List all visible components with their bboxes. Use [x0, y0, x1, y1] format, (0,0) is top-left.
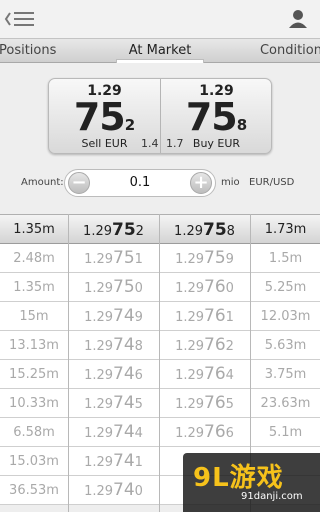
amount-unit: mio: [221, 177, 240, 188]
ladder-sell-volume: 1.35m: [13, 222, 55, 237]
ladder-sell-volume: 2.48m: [13, 251, 55, 266]
tab-condition[interactable]: Condition: [260, 39, 320, 63]
ladder-row[interactable]: 15.25m 1.29746 1.29764 3.75m: [0, 360, 320, 389]
ladder-buy-volume: 5.25m: [264, 280, 307, 295]
watermark-logo: 9L游戏 91danji.com: [183, 453, 320, 512]
ladder-bid-price[interactable]: 1.29749: [69, 302, 158, 331]
amount-input[interactable]: 0.1: [95, 175, 185, 190]
ladder-divider: [68, 214, 69, 512]
ladder-bid-price[interactable]: 1.29741: [69, 447, 158, 476]
tab-bar: Positions At Market Condition: [0, 38, 320, 63]
ladder-sell-volume: 6.58m: [13, 425, 55, 440]
ladder-buy-volume: 12.03m: [260, 309, 311, 324]
ladder-sell-volume: 10.33m: [9, 396, 59, 411]
ladder-sell-volume: 13.13m: [9, 338, 59, 353]
ladder-row[interactable]: 15m 1.29749 1.29761 12.03m: [0, 302, 320, 331]
ladder-ask-price[interactable]: 1.29760: [160, 273, 249, 302]
ladder-bid-price[interactable]: 1.29745: [69, 389, 158, 418]
ladder-buy-volume: 5.1m: [268, 425, 303, 440]
active-tab-indicator: [116, 59, 204, 63]
menu-back-icon[interactable]: [4, 8, 36, 30]
ladder-ask-price[interactable]: 1.29765: [160, 389, 249, 418]
buy-spread: 1.7: [166, 137, 184, 150]
ladder-row[interactable]: 10.33m 1.29745 1.29765 23.63m: [0, 389, 320, 418]
ladder-bid-price[interactable]: 1.29752: [69, 215, 158, 245]
ladder-ask-price[interactable]: 1.29759: [160, 244, 249, 273]
ladder-row[interactable]: 6.58m 1.29744 1.29766 5.1m: [0, 418, 320, 447]
ladder-row[interactable]: 13.13m 1.29748 1.29762 5.63m: [0, 331, 320, 360]
ladder-buy-volume: 3.75m: [264, 367, 307, 382]
price-panel: 1.29 752 Sell EUR 1.29 758 Buy EUR 1.4 1…: [48, 78, 272, 154]
increase-amount-button[interactable]: +: [190, 172, 212, 194]
ladder-sell-volume: 15.03m: [9, 454, 59, 469]
ladder-buy-volume: 23.63m: [260, 396, 311, 411]
ladder-ask-price[interactable]: 1.29764: [160, 360, 249, 389]
currency-pair: EUR/USD: [249, 177, 295, 188]
amount-label: Amount:: [21, 177, 64, 188]
ladder-bid-price[interactable]: 1.29748: [69, 331, 158, 360]
ladder-ask-price[interactable]: 1.29761: [160, 302, 249, 331]
ladder-divider: [159, 214, 160, 512]
ladder-sell-volume: 1.35m: [13, 280, 55, 295]
ladder-header-row[interactable]: 1.35m 1.29752 1.29758 1.73m: [0, 214, 320, 244]
ladder-ask-price[interactable]: 1.29762: [160, 331, 249, 360]
amount-stepper: − 0.1 +: [64, 169, 216, 197]
watermark-url: 91danji.com: [241, 491, 303, 502]
ladder-bid-price[interactable]: 1.29750: [69, 273, 158, 302]
ladder-row[interactable]: 2.48m 1.29751 1.29759 1.5m: [0, 244, 320, 273]
ladder-sell-volume: 15m: [19, 309, 49, 324]
ladder-buy-volume: 1.73m: [264, 222, 307, 237]
user-icon[interactable]: [288, 9, 308, 29]
ladder-bid-price[interactable]: 1.29751: [69, 244, 158, 273]
watermark-logo-text: 9L游戏: [193, 463, 284, 493]
ladder-ask-price[interactable]: 1.29758: [160, 215, 249, 245]
ladder-sell-volume: 36.53m: [9, 483, 59, 498]
ladder-sell-volume: 15.25m: [9, 367, 59, 382]
ladder-ask-price[interactable]: 1.29766: [160, 418, 249, 447]
ladder-row[interactable]: 1.35m 1.29750 1.29760 5.25m: [0, 273, 320, 302]
top-bar: [0, 0, 320, 38]
ladder-bid-price[interactable]: 1.29740: [69, 476, 158, 505]
ladder-bid-price[interactable]: 1.29746: [69, 360, 158, 389]
decrease-amount-button[interactable]: −: [68, 172, 90, 194]
ladder-buy-volume: 5.63m: [264, 338, 307, 353]
ladder-buy-volume: 1.5m: [268, 251, 303, 266]
sell-spread: 1.4: [141, 137, 159, 150]
ladder-bid-price[interactable]: 1.29744: [69, 418, 158, 447]
